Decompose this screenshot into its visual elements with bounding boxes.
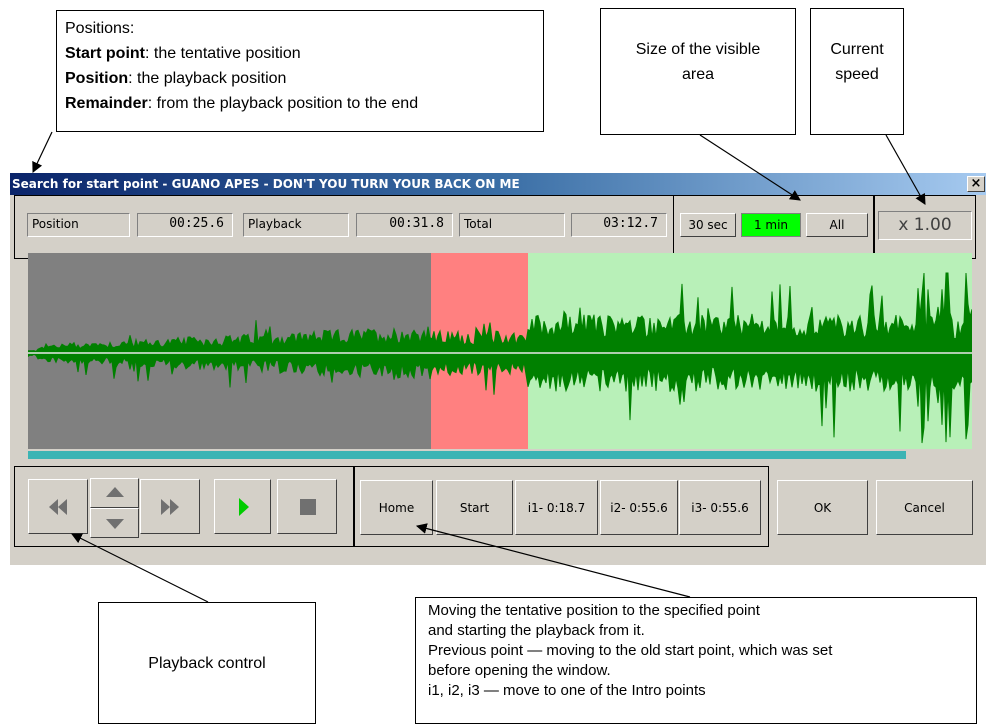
start-point-term: Start point [65,45,145,62]
window-title: Search for start point - GUANO APES - DO… [12,177,520,191]
up-arrow-icon [106,487,124,497]
speed-display: x 1.00 [878,211,972,240]
up-button[interactable] [90,478,139,508]
zoom-1min-label: 1 min [753,218,789,232]
play-button[interactable] [214,479,271,534]
fast-forward-button[interactable] [140,479,200,534]
zoom-all-label: All [829,218,845,232]
fast-forward-icon [161,499,179,515]
close-button[interactable]: × [967,176,985,192]
zoom-1min-button[interactable]: 1 min [741,213,801,237]
position-line: Position: the playback position [65,66,535,91]
playback-label: Playback [243,213,349,237]
stop-button[interactable] [277,479,337,534]
i1-label: i1- 0:18.7 [527,500,586,515]
i3-label: i3- 0:55.6 [691,500,749,515]
total-value: 03:12.7 [571,213,667,237]
start-button[interactable]: Start [436,480,513,535]
start-point-desc: : the tentative position [145,45,301,62]
playback-control-callout: Playback control [98,602,316,724]
positions-arrow [32,131,53,173]
moving-line-5: i1, i2, i3 — move to one of the Intro po… [428,682,706,699]
zoom-all-button[interactable]: All [806,213,868,237]
down-arrow-icon [106,519,124,529]
moving-position-callout: Moving the tentative position to the spe… [415,597,977,724]
moving-line-1: Moving the tentative position to the spe… [428,602,760,619]
visible-area-text: Size of the visible area [635,41,761,83]
down-button[interactable] [90,508,139,538]
playback-value: 00:31.8 [356,213,453,237]
rewind-icon [49,499,67,515]
stop-icon [300,499,316,515]
ok-button[interactable]: OK [777,480,868,535]
moving-line-3: Previous point — moving to the old start… [428,642,833,659]
intro-point-i2-button[interactable]: i2- 0:55.6 [600,480,678,535]
current-speed-callout: Current speed [810,8,904,135]
play-icon [239,498,249,516]
playback-control-text: Playback control [148,655,266,672]
cancel-label: Cancel [904,500,945,515]
positions-callout: Positions: Start point: the tentative po… [56,10,544,132]
start-point-line: Start point: the tentative position [65,41,535,66]
home-button[interactable]: Home [360,480,433,535]
total-label: Total [459,213,565,237]
start-label: Start [459,500,490,515]
moving-line-4: before opening the window. [428,662,611,679]
current-speed-text: Current speed [830,41,884,83]
i2-label: i2- 0:55.6 [610,500,668,515]
position-desc: : the playback position [128,70,287,87]
remainder-term: Remainder [65,95,148,112]
waveform-area[interactable] [28,253,972,461]
zoom-30sec-button[interactable]: 30 sec [680,213,736,237]
position-term: Position [65,70,129,87]
rewind-button[interactable] [28,479,88,534]
intro-point-i3-button[interactable]: i3- 0:55.6 [679,480,761,535]
waveform[interactable] [28,253,972,461]
visible-area-callout: Size of the visible area [600,8,796,135]
moving-line-2: and starting the playback from it. [428,622,645,639]
remainder-line: Remainder: from the playback position to… [65,91,535,116]
position-label: Position [27,213,130,237]
cancel-button[interactable]: Cancel [876,480,973,535]
position-value: 00:25.6 [137,213,233,237]
intro-point-i1-button[interactable]: i1- 0:18.7 [515,480,598,535]
zoom-30sec-label: 30 sec [688,218,728,232]
speed-value: x 1.00 [898,215,952,235]
home-label: Home [378,500,415,515]
positions-heading: Positions: [65,20,135,37]
remainder-desc: : from the playback position to the end [147,95,419,112]
ok-label: OK [813,500,832,515]
